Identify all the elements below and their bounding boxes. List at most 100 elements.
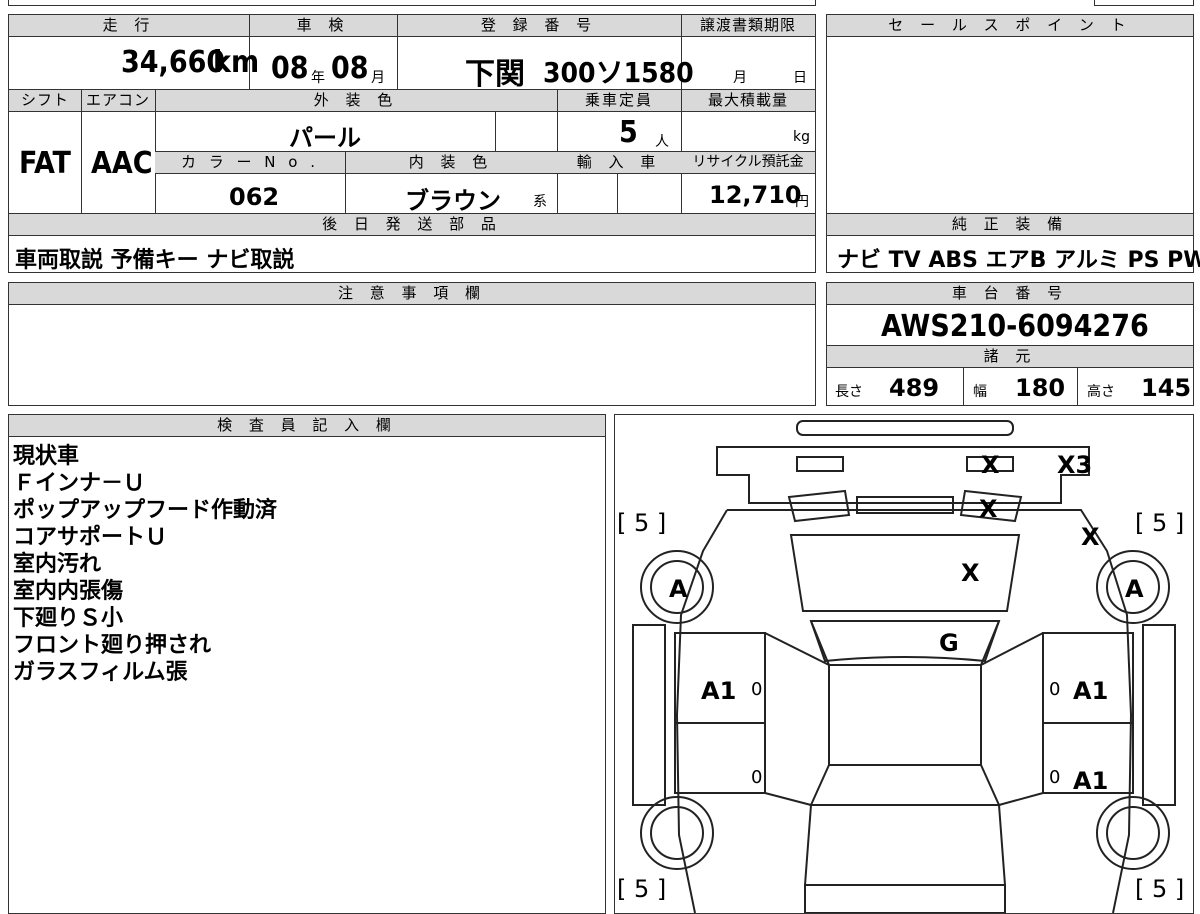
registration-area: 下関: [465, 57, 525, 92]
windshield-mark: G: [939, 629, 959, 657]
tire-tread-front-left: [ 5 ]: [617, 509, 667, 537]
color-no-value: 062: [229, 183, 280, 211]
inspector-notes-list: 現状車 Ｆインナ－Ｕ ポップアップフード作動済 コアサポートＵ 室内汚れ 室内内…: [13, 443, 277, 686]
deadline-day-unit: 日: [793, 70, 807, 86]
specs-header: 諸 元: [827, 346, 1193, 368]
genuine-equipment-header: 純 正 装 備: [827, 214, 1193, 236]
roof: [828, 664, 982, 766]
interior-suffix: 系: [533, 194, 547, 210]
wheel-rear-right-inner: [1106, 806, 1160, 860]
inspection-year: 08: [271, 51, 309, 86]
inspector-note: ポップアップフード作動済: [13, 498, 278, 523]
mileage-header: 走 行: [9, 15, 249, 37]
registration-header: 登 録 番 号: [397, 15, 681, 37]
front-door-right-mark: A1: [1073, 677, 1109, 705]
shift-header: シフト: [9, 90, 81, 112]
vehicle-info-box: 走 行 車 検 登 録 番 号 譲渡書類期限 34,660 km 08 年 08…: [8, 14, 816, 273]
zero-mark: 0: [751, 767, 763, 788]
length-value: 489: [889, 374, 940, 402]
aircon-value: AAC: [91, 146, 153, 181]
tire-tread-rear-right: [ 5 ]: [1135, 875, 1185, 903]
shift-value: FAT: [19, 146, 71, 181]
body-outline: [675, 509, 1133, 913]
capacity-value: 5: [619, 115, 638, 150]
inspection-header: 車 検: [249, 15, 397, 37]
height-label: 高さ: [1087, 384, 1115, 400]
fog-lamp-left: [796, 456, 844, 472]
car-diagram-box: [ 5 ] [ 5 ] [ 5 ] [ 5 ] A A X X3 X X X G…: [614, 414, 1194, 914]
interior-color-value: ブラウン: [405, 187, 501, 215]
bumper-count: X3: [1057, 451, 1093, 479]
rear-window: [809, 764, 1001, 806]
inspector-note: 現状車: [13, 444, 80, 469]
trunk: [803, 804, 1007, 886]
zero-mark: 0: [1049, 767, 1061, 788]
grille-mark: X: [979, 495, 998, 523]
rear-bumper: [804, 884, 1006, 913]
chassis-number: AWS210-6094276: [881, 309, 1149, 344]
front-bumper: [716, 446, 1090, 504]
sales-point-box: セ ー ル ス ポ イ ン ト 純 正 装 備 ナビ TV ABS エアB アル…: [826, 14, 1200, 273]
genuine-equipment-value: ナビ TV ABS エアB アルミ PS PW: [837, 248, 1200, 273]
height-value: 145: [1141, 374, 1192, 402]
wheel-rear-left-inner: [650, 806, 704, 860]
chassis-header: 車 台 番 号: [827, 283, 1193, 305]
fender-right-mark: X: [1081, 523, 1100, 551]
recycle-header: リサイクル預託金: [681, 152, 815, 174]
recycle-unit: 円: [795, 194, 809, 210]
hood-mark: X: [961, 559, 980, 587]
inspector-header: 検 査 員 記 入 欄: [9, 415, 605, 437]
inspector-note: 下廻りＳ小: [13, 606, 124, 631]
notes-header: 注 意 事 項 欄: [9, 283, 815, 305]
width-value: 180: [1015, 374, 1066, 402]
registration-number: 300ソ1580: [543, 56, 694, 89]
wheel-left-mark: A: [669, 575, 688, 603]
rear-door-right-mark: A1: [1073, 767, 1109, 795]
zero-mark: 0: [1049, 679, 1061, 700]
sales-point-header: セ ー ル ス ポ イ ン ト: [827, 15, 1193, 37]
inspector-note: コアサポートＵ: [13, 525, 168, 550]
chassis-box: 車 台 番 号 AWS210-6094276 諸 元 長さ 489 幅 180 …: [826, 282, 1194, 406]
inspector-note: 室内内張傷: [13, 579, 124, 604]
width-label: 幅: [973, 384, 987, 400]
color-no-header: カ ラ ー N o .: [155, 152, 345, 174]
zero-mark: 0: [751, 679, 763, 700]
capacity-header: 乗車定員: [557, 90, 681, 112]
exterior-color-header: 外 装 色: [155, 90, 557, 112]
inspector-note: 室内汚れ: [13, 552, 102, 577]
wheel-right-mark: A: [1125, 575, 1144, 603]
year-unit: 年: [311, 70, 325, 86]
recycle-fee-value: 12,710: [709, 181, 802, 209]
mileage-unit: km: [213, 45, 260, 80]
capacity-unit: 人: [655, 134, 669, 150]
tire-tread-front-right: [ 5 ]: [1135, 509, 1185, 537]
mileage-value: 34,660: [121, 45, 226, 80]
bumper-mark: X: [981, 451, 1000, 479]
later-parts-header: 後 日 発 送 部 品: [9, 214, 815, 236]
front-door-left-mark: A1: [701, 677, 737, 705]
exterior-color-value: パール: [289, 124, 361, 152]
interior-color-header: 内 装 色: [345, 152, 557, 174]
inspector-note: ガラスフィルム張: [13, 660, 188, 685]
inspection-month: 08: [331, 51, 369, 86]
max-load-header: 最大積載量: [681, 90, 815, 112]
front-edge-strip: [796, 420, 1014, 436]
inspector-note: Ｆインナ－Ｕ: [13, 471, 146, 496]
inspector-note: フロント廻り押され: [13, 633, 212, 658]
month-unit: 月: [371, 70, 385, 86]
import-header: 輸 入 車: [557, 152, 681, 174]
deadline-month-unit: 月: [733, 70, 747, 86]
top-clipped-right: [1094, 0, 1194, 6]
later-parts-value: 車両取説 予備キー ナビ取説: [15, 248, 295, 273]
transfer-deadline-header: 譲渡書類期限: [681, 15, 815, 37]
car-diagram: [632, 420, 1176, 913]
length-label: 長さ: [835, 384, 863, 400]
top-clipped-row: [8, 0, 816, 6]
notes-box: 注 意 事 項 欄: [8, 282, 816, 406]
rocker-right: [1142, 624, 1176, 806]
headlight-left: [787, 489, 851, 523]
windshield: [809, 620, 1001, 663]
inspector-box: 検 査 員 記 入 欄 現状車 Ｆインナ－Ｕ ポップアップフード作動済 コアサポ…: [8, 414, 606, 914]
aircon-header: エアコン: [81, 90, 155, 112]
rocker-left: [632, 624, 666, 806]
